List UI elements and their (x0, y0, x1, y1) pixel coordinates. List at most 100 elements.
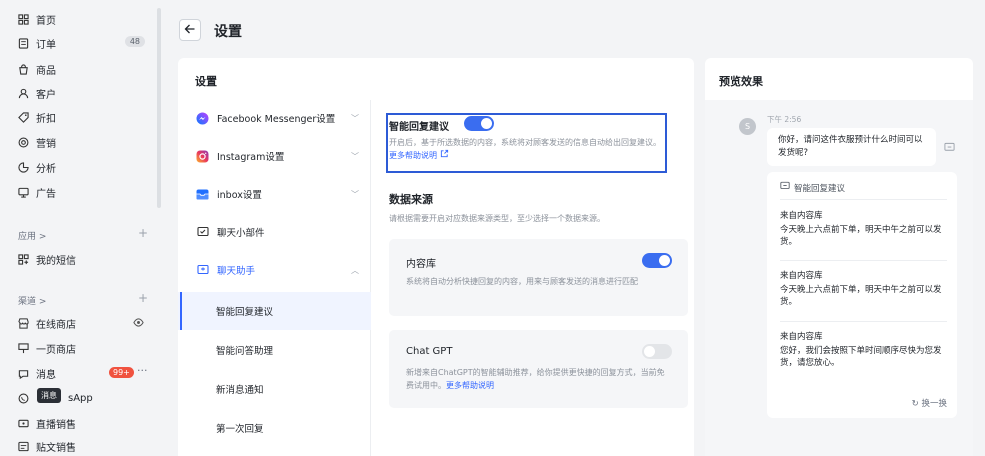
sidebar-item-one-page-store[interactable]: 一页商店 (9, 337, 153, 359)
toggle-knob (481, 118, 492, 129)
refresh-label: 换一换 (921, 399, 947, 409)
tag-icon (18, 111, 29, 123)
suggestion-header: 智能回复建议 (780, 181, 845, 194)
sidebar-item-orders[interactable]: 订单 48 (9, 32, 153, 54)
sidebar-item-label: 客户 (36, 89, 56, 101)
suggestion-item[interactable]: 来自内容库 您好，我们会按照下单时间顺序尽快为您发货，请您放心。 (780, 331, 945, 369)
content-library-toggle[interactable] (642, 253, 672, 268)
sidebar-item-label: 广告 (36, 188, 56, 200)
widget-icon (196, 226, 209, 239)
chevron-down-icon: ﹀ (351, 114, 359, 123)
sidebar-item-label: 贴文销售 (36, 442, 76, 454)
source-card-content-library: 内容库 系统将自动分析快捷回复的内容，用来与顾客发送的消息进行匹配 (389, 239, 688, 316)
suggestion-icon (780, 181, 794, 194)
sidebar-item-live-selling[interactable]: 直播销售 (9, 412, 153, 434)
divider (780, 321, 947, 322)
submenu-new-message-notification[interactable]: 新消息通知 (178, 370, 371, 408)
sidebar-item-label: 消息 (36, 369, 56, 381)
smart-reply-toggle[interactable] (464, 116, 494, 131)
suggestion-item[interactable]: 来自内容库 今天晚上六点前下单，明天中午之前可以发货。 (780, 210, 945, 248)
sidebar-item-ads[interactable]: 广告 (9, 181, 153, 203)
menu-item-instagram[interactable]: Instagram设置 ﹀ (178, 138, 371, 174)
sidebar-item-label: 订单 (36, 39, 56, 51)
sidebar-item-messages[interactable]: 消息 99+ ··· (9, 362, 153, 384)
suggestion-item[interactable]: 来自内容库 今天晚上六点前下单，明天中午之前可以发货。 (780, 270, 945, 308)
inbox-icon (196, 188, 209, 201)
sidebar-item-label: 一页商店 (36, 344, 76, 356)
divider (780, 199, 947, 200)
sidebar-item-online-store[interactable]: 在线商店 (9, 312, 153, 334)
post-icon (18, 441, 29, 452)
suggestion-text: 今天晚上六点前下单，明天中午之前可以发货。 (780, 285, 942, 307)
suggestion-text: 今天晚上六点前下单，明天中午之前可以发货。 (780, 225, 942, 247)
target-icon (18, 137, 29, 148)
submenu-first-reply[interactable]: 第一次回复 (178, 409, 371, 447)
ad-icon (18, 187, 29, 198)
channels-add-icon[interactable]: + (138, 291, 148, 305)
chatgpt-toggle[interactable] (642, 344, 672, 359)
menu-item-label: Facebook Messenger设置 (217, 114, 336, 125)
menu-item-chat-widget[interactable]: 聊天小部件 (178, 214, 371, 250)
menu-item-label: 聊天小部件 (217, 228, 265, 239)
sidebar-item-label: 我的短信 (36, 255, 76, 267)
source-description: 系统将自动分析快捷回复的内容，用来与顾客发送的消息进行匹配 (406, 277, 638, 286)
settings-card: 设置 Facebook Messenger设置 ﹀ Instagram设置 ﹀ … (178, 58, 694, 456)
arrow-left-icon (184, 23, 196, 38)
submenu-smart-reply[interactable]: 智能回复建议 (178, 292, 371, 330)
sidebar-item-analytics[interactable]: 分析 (9, 156, 153, 178)
avatar: S (739, 118, 756, 135)
sidebar-item-marketing[interactable]: 营销 (9, 131, 153, 153)
channels-section-header[interactable]: 渠道 > (18, 294, 46, 307)
divider (780, 260, 947, 261)
toggle-knob (644, 346, 655, 357)
bag-icon (18, 63, 29, 75)
sidebar-item-label: sApp (68, 392, 93, 404)
instagram-icon (196, 150, 209, 163)
apps-section-header[interactable]: 应用 > (18, 229, 46, 242)
live-icon (18, 418, 29, 429)
sidebar-item-products[interactable]: 商品 (9, 58, 153, 80)
menu-item-label: inbox设置 (217, 190, 262, 201)
sidebar-item-label: 商品 (36, 65, 56, 77)
sidebar-item-customers[interactable]: 客户 (9, 82, 153, 104)
more-options-icon[interactable]: ··· (137, 364, 148, 377)
tooltip: 消息 (37, 388, 61, 403)
refresh-button[interactable]: ↻ 换一换 (912, 397, 947, 409)
assistant-icon (196, 264, 209, 277)
sidebar-item-label: 分析 (36, 163, 56, 175)
data-source-description: 请根据需要开启对应数据来源类型，至少选择一个数据来源。 (389, 214, 605, 223)
sidebar-scrollbar[interactable] (157, 8, 161, 208)
data-source-title: 数据来源 (389, 193, 433, 206)
sidebar-item-post-selling[interactable]: 贴文销售 (9, 435, 153, 456)
chevron-up-icon: ︿ (351, 266, 359, 275)
smart-reply-description: 开启后，基于所选数据的内容，系统将对顾客发送的信息自动给出回复建议。更多帮助说明 (389, 136, 661, 162)
external-link-icon[interactable] (440, 149, 449, 160)
grid-icon (18, 13, 29, 25)
source-card-chatgpt: Chat GPT 新增来自ChatGPT的智能辅助推荐，给你提供更快捷的回复方式… (389, 330, 688, 408)
order-icon (18, 37, 29, 49)
menu-item-chat-assistant[interactable]: 聊天助手 ︿ (178, 252, 371, 288)
reply-suggestion-icon[interactable] (944, 142, 955, 156)
back-button[interactable] (179, 19, 201, 41)
eye-icon[interactable] (133, 317, 144, 331)
apps-add-icon[interactable]: + (138, 226, 148, 240)
sidebar-item-my-sms[interactable]: 我的短信 (9, 248, 153, 270)
user-icon (18, 88, 29, 99)
help-link[interactable]: 更多帮助说明 (389, 151, 437, 160)
sidebar-item-home[interactable]: 首页 (9, 8, 153, 30)
sidebar-item-label: 首页 (36, 15, 56, 27)
messenger-icon (196, 112, 209, 125)
order-count-badge: 48 (124, 36, 145, 47)
message-count-badge: 99+ (109, 367, 134, 378)
menu-item-inbox[interactable]: inbox设置 ﹀ (178, 176, 371, 212)
chatgpt-help-link[interactable]: 更多帮助说明 (446, 381, 494, 390)
sidebar-item-discounts[interactable]: 折扣 (9, 106, 153, 128)
sidebar-item-whatsapp[interactable]: sApp (9, 387, 153, 409)
settings-menu: Facebook Messenger设置 ﹀ Instagram设置 ﹀ inb… (178, 100, 371, 456)
chevron-down-icon: ﹀ (351, 190, 359, 199)
menu-item-facebook-messenger[interactable]: Facebook Messenger设置 ﹀ (178, 100, 371, 136)
source-description-text: 新增来自ChatGPT的智能辅助推荐，给你提供更快捷的回复方式，当前免费试用中。 (406, 368, 665, 390)
suggestion-source: 来自内容库 (780, 211, 823, 221)
submenu-smart-qa[interactable]: 智能问答助理 (178, 331, 371, 369)
suggestion-header-label: 智能回复建议 (794, 183, 846, 194)
